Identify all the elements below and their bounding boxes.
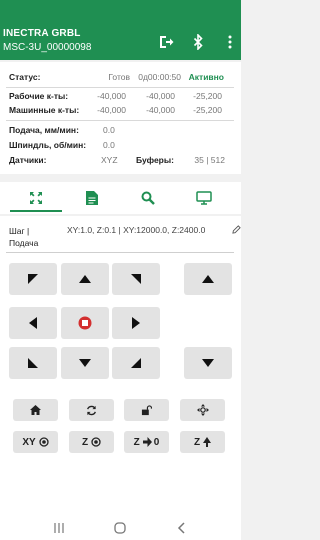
jog-down-left-button[interactable] (9, 347, 57, 379)
zero-z-button[interactable]: Z (69, 431, 114, 453)
machine-x: -40,000 (97, 105, 126, 115)
jog-up-left-button[interactable] (9, 263, 57, 295)
status-label: Статус: (9, 72, 41, 82)
edit-icon[interactable] (232, 225, 241, 234)
arrow-down-icon (79, 359, 91, 367)
tab-console[interactable] (176, 182, 232, 214)
jog-down-right-button[interactable] (112, 347, 160, 379)
device-id: MSC-3U_00000098 (3, 42, 92, 53)
jog-up-right-button[interactable] (112, 263, 160, 295)
feed-label: Подача, мм/мин: (9, 125, 79, 135)
work-x: -40,000 (97, 91, 126, 101)
document-icon (86, 191, 98, 205)
spindle-value: 0.0 (103, 140, 115, 150)
buffers-value: 35 | 512 (194, 155, 225, 165)
jog-left-button[interactable] (9, 307, 57, 339)
arrow-right-icon (132, 317, 140, 329)
tab-probe[interactable] (120, 182, 176, 214)
stop-button[interactable] (61, 307, 109, 339)
system-nav-bar (0, 516, 241, 540)
tab-bar (0, 182, 241, 214)
search-icon (141, 191, 155, 205)
go-z-label: Z (133, 436, 140, 448)
arrow-down-right-icon (131, 358, 141, 368)
home-button[interactable] (13, 399, 58, 421)
target-icon (91, 437, 101, 447)
jog-up-button[interactable] (61, 263, 109, 295)
center-button[interactable] (180, 399, 225, 421)
exit-icon[interactable] (158, 34, 174, 50)
monitor-icon (196, 191, 212, 205)
probe-icon (203, 437, 212, 447)
jog-panel: Шаг | Подача XY:1.0, Z:0.1 | XY:12000.0,… (0, 216, 241, 516)
more-vert-icon[interactable] (222, 34, 238, 50)
app-bar: INECTRA GRBL MSC-3U_00000098 (0, 0, 241, 60)
arrows-expand-icon (30, 192, 42, 204)
status-panel: Статус: Готов 0д00:00:50 Активно Рабочие… (0, 62, 241, 174)
arrow-up-left-icon (28, 274, 38, 284)
target-icon (39, 437, 49, 447)
go-z-target: 0 (153, 436, 160, 448)
go-z-zero-button[interactable]: Z 0 (124, 431, 169, 453)
step-feed-value: XY:1.0, Z:0.1 | XY:12000.0, Z:2400.0 (67, 225, 206, 235)
spindle-label: Шпиндль, об/мин: (9, 140, 87, 150)
step-feed-label: Шаг | Подача (9, 226, 39, 248)
arrow-left-icon (29, 317, 37, 329)
back-icon[interactable] (176, 522, 186, 534)
tab-file[interactable] (64, 182, 120, 214)
work-y: -40,000 (146, 91, 175, 101)
work-z: -25,200 (193, 91, 222, 101)
arrow-up-icon (202, 275, 214, 283)
jog-right-button[interactable] (112, 307, 160, 339)
recent-apps-icon[interactable] (53, 522, 65, 534)
zero-xy-button[interactable]: XY (13, 431, 58, 453)
connection-status: Активно (188, 72, 224, 82)
arrow-down-left-icon (28, 358, 38, 368)
machine-z: -25,200 (193, 105, 222, 115)
feed-value: 0.0 (103, 125, 115, 135)
unlock-icon (141, 404, 152, 415)
probe-z-button[interactable]: Z (180, 431, 225, 453)
status-value: Готов (108, 72, 130, 82)
arrow-up-right-icon (131, 274, 141, 284)
buffers-label: Буферы: (136, 155, 174, 165)
jog-z-up-button[interactable] (184, 263, 232, 295)
machine-y: -40,000 (146, 105, 175, 115)
home-nav-icon[interactable] (114, 522, 126, 534)
jog-z-down-button[interactable] (184, 347, 232, 379)
zero-xy-label: XY (22, 436, 36, 448)
bluetooth-icon[interactable] (190, 34, 206, 50)
arrow-right-icon (142, 437, 152, 447)
probe-z-label: Z (193, 436, 201, 448)
sensors-label: Датчики: (9, 155, 47, 165)
zero-z-label: Z (81, 436, 89, 448)
tab-jog[interactable] (8, 182, 64, 214)
home-icon (30, 405, 41, 415)
jog-down-button[interactable] (61, 347, 109, 379)
work-coords-label: Рабочие к-ты: (9, 91, 69, 101)
stop-icon (78, 316, 92, 330)
crosshair-move-icon (196, 404, 209, 416)
sensors-value: XYZ (101, 155, 118, 165)
app-title: INECTRA GRBL (3, 28, 81, 39)
machine-coords-label: Машинные к-ты: (9, 105, 80, 115)
uptime-value: 0д00:00:50 (138, 72, 181, 82)
arrow-up-icon (79, 275, 91, 283)
reset-button[interactable] (69, 399, 114, 421)
unlock-button[interactable] (124, 399, 169, 421)
arrow-down-icon (202, 359, 214, 367)
refresh-icon (87, 405, 96, 415)
